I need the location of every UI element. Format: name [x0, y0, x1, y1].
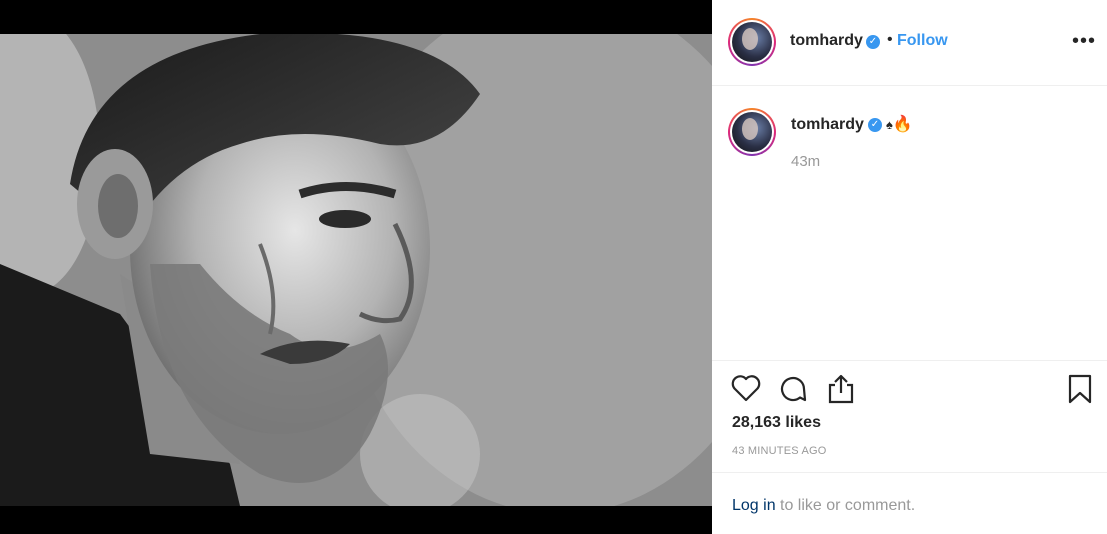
caption-time[interactable]: 43m [791, 153, 820, 170]
share-icon[interactable] [826, 373, 856, 410]
avatar-image [732, 112, 772, 152]
fire-emoji: 🔥 [892, 116, 913, 133]
post-actions: 28,163 likes 43 MINUTES AGO [712, 360, 1107, 473]
login-prompt-text: to like or comment. [780, 497, 916, 514]
separator-dot: • [887, 31, 893, 48]
comment-icon[interactable] [778, 374, 808, 409]
caption-username[interactable]: tomhardy [791, 116, 864, 134]
login-link[interactable]: Log in [732, 497, 776, 515]
post-side-panel: tomhardy ✓ • Follow ••• tomhardy ✓ ♠🔥 43… [712, 0, 1107, 534]
avatar[interactable] [728, 18, 776, 66]
follow-button[interactable]: Follow [897, 32, 948, 50]
login-bar: Log in to like or comment. [712, 472, 1107, 534]
post-header: tomhardy ✓ • Follow ••• [712, 0, 1107, 86]
verified-badge-icon: ✓ [866, 35, 880, 49]
header-username[interactable]: tomhardy [790, 32, 863, 50]
heart-icon[interactable] [731, 374, 761, 407]
post-photo[interactable] [0, 34, 712, 506]
portrait-illustration [0, 34, 712, 506]
post-timestamp[interactable]: 43 MINUTES AGO [732, 445, 827, 457]
post-photo-pane[interactable] [0, 0, 712, 534]
spade-emoji: ♠ [886, 117, 893, 132]
avatar-image [732, 22, 772, 62]
more-options-icon[interactable]: ••• [1072, 30, 1096, 53]
bookmark-icon[interactable] [1067, 374, 1093, 409]
verified-badge-icon: ✓ [868, 118, 882, 132]
likes-count[interactable]: 28,163 likes [732, 414, 821, 432]
caption-text: ♠🔥 [886, 114, 913, 134]
caption-avatar[interactable] [728, 108, 776, 156]
